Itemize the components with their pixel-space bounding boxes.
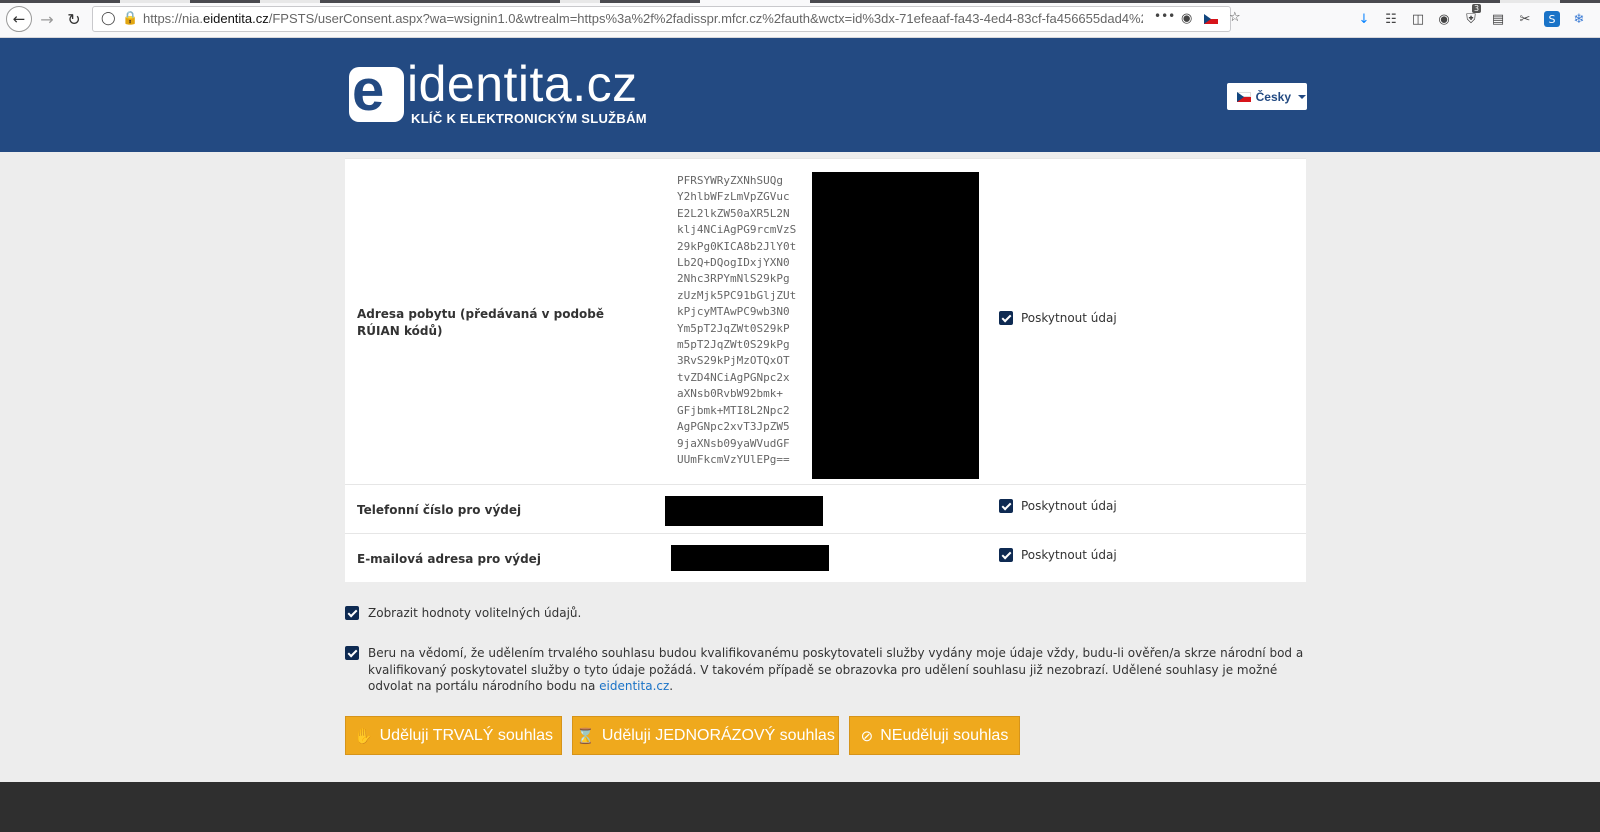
value-line: klj4NCiAgPG9rcmVzS [677,223,797,237]
redacted-block [665,496,823,526]
consent-table: Adresa pobytu (předávaná v podobě RÚIAN … [345,158,1306,582]
czech-flag-icon [1237,91,1251,102]
handshake-icon: ✋ [353,727,373,745]
value-line: 3RvS29kPjMzOTQxOT [677,354,790,368]
value-line: E2L2lkZW50aXR5L2N [677,206,790,220]
ban-icon: ⊘ [860,727,874,745]
czech-flag-icon[interactable] [1204,14,1218,24]
bookmark-star-icon[interactable]: ☆ [1229,10,1241,25]
consent-checkbox[interactable] [999,548,1013,562]
reload-button[interactable]: ↻ [63,8,85,30]
eidentita-logo[interactable]: e identita.cz KLÍČ K ELEKTRONICKÝM SLUŽB… [349,56,649,131]
table-row: E-mailová adresa pro výdej Poskytnout úd… [345,533,1306,582]
value-line: UUmFkcmVzYUlEPg== [677,452,790,466]
deny-consent-button[interactable]: ⊘ NEuděluji souhlas [849,716,1020,755]
forward-button[interactable]: → [36,8,58,30]
shield-icon[interactable]: ◯ [101,11,116,26]
value-line: m5pT2JqZWt0S29kPg [677,338,790,352]
extension-badge: 3 [1472,4,1482,13]
consent-label: Poskytnout údaj [1021,311,1117,325]
value-line: GFjbmk+MTI8L2Npc2 [677,403,790,417]
value-line: PFRSYWRyZXNhSUQg [677,174,783,187]
logo-mark: e [349,58,404,123]
redacted-block [671,545,829,571]
row-label: E-mailová adresa pro výdej [357,552,541,566]
consent-option: Poskytnout údaj [999,311,1117,325]
row-label: Telefonní číslo pro výdej [357,503,522,517]
value-line: 2Nhc3RPYmNlS29kPg [677,272,790,286]
back-button[interactable]: ← [6,6,32,32]
consent-label: Poskytnout údaj [1021,499,1117,513]
show-values-label: Zobrazit hodnoty volitelných údajů. [368,606,582,620]
sidebar-icon[interactable]: ◫ [1410,11,1426,27]
language-label: Česky [1255,89,1291,104]
consent-checkbox[interactable] [999,311,1013,325]
value-line: kPjcyMTAwPC9wb3N0 [677,305,790,319]
account-icon[interactable]: ◉ [1436,11,1452,27]
page-footer [0,782,1600,832]
value-line: Lb2Q+DQogIDxjYXN0 [677,256,790,270]
tab-strip [0,0,1600,3]
table-row: Telefonní číslo pro výdej Poskytnout úda… [345,484,1306,533]
permanent-notice-checkbox[interactable] [345,646,359,660]
logo-tagline: KLÍČ K ELEKTRONICKÝM SLUŽBÁM [411,111,647,126]
extension-snowflake-icon[interactable]: ❄ [1571,11,1587,27]
url-text[interactable]: https://nia.eidentita.cz/FPSTS/userConse… [143,11,1143,26]
row-label: Adresa pobytu (předávaná v podobě RÚIAN … [357,307,605,338]
address-value: PFRSYWRyZXNhSUQg Y2hlbWFzLmVpZGVuc E2L2lkZ… [677,173,809,468]
site-header: e identita.cz KLÍČ K ELEKTRONICKÝM SLUŽB… [0,38,1600,152]
permanent-consent-notice: Beru na vědomí, že udělením trvalého sou… [345,645,1307,695]
browser-toolbar: ← → ↻ ◯ 🔒 https://nia.eidentita.cz/FPSTS… [0,0,1600,38]
download-icon[interactable]: ↓ [1356,11,1372,27]
skype-icon[interactable]: S [1544,11,1560,27]
consent-option: Poskytnout údaj [999,499,1117,513]
language-selector[interactable]: Česky [1227,83,1307,110]
value-line: 29kPg0KICA8b2JlY0t [677,239,797,253]
value-line: zUzMjk5PC91bGljZUt [677,288,797,302]
one-time-consent-button[interactable]: ⌛ Uděluji JEDNORÁZOVÝ souhlas [572,716,839,755]
redacted-block [812,172,979,479]
hourglass-icon: ⌛ [576,727,595,745]
consent-label: Poskytnout údaj [1021,548,1117,562]
chevron-down-icon [1298,94,1306,99]
value-line: 9jaXNsb09yaWVudGF [677,436,790,450]
ublock-icon[interactable]: ⛨ 3 [1463,4,1482,27]
logo-text: identita.cz [407,56,638,112]
permanent-consent-button[interactable]: ✋ Uděluji TRVALÝ souhlas [345,716,562,755]
value-line: AgPGNpc2xvT3JpZW5 [677,420,790,434]
library-icon[interactable]: ☷ [1383,11,1399,27]
value-line: aXNsb0RvbW92bmk+ [677,387,783,401]
page-actions-icon[interactable]: ••• [1154,9,1175,23]
consent-option: Poskytnout údaj [999,548,1117,562]
reader-icon[interactable]: ▤ [1490,11,1506,27]
address-bar[interactable]: ◯ 🔒 https://nia.eidentita.cz/FPSTS/userC… [92,6,1241,32]
lock-icon[interactable]: 🔒 [122,11,138,26]
show-values-option: Zobrazit hodnoty volitelných údajů. [345,605,1305,622]
consent-checkbox[interactable] [999,499,1013,513]
show-values-checkbox[interactable] [345,606,359,620]
value-line: tvZD4NCiAgPGNpc2x [677,370,790,384]
portal-link[interactable]: eidentita.cz [599,679,669,693]
pocket-icon[interactable]: ◉ [1181,11,1192,26]
table-row: Adresa pobytu (předávaná v podobě RÚIAN … [345,158,1306,484]
screenshot-icon[interactable]: ✂ [1517,11,1533,27]
value-line: Y2hlbWFzLmVpZGVuc [677,190,790,204]
permanent-notice-text: Beru na vědomí, že udělením trvalého sou… [368,646,1304,693]
value-line: Ym5pT2JqZWt0S29kP [677,321,790,335]
